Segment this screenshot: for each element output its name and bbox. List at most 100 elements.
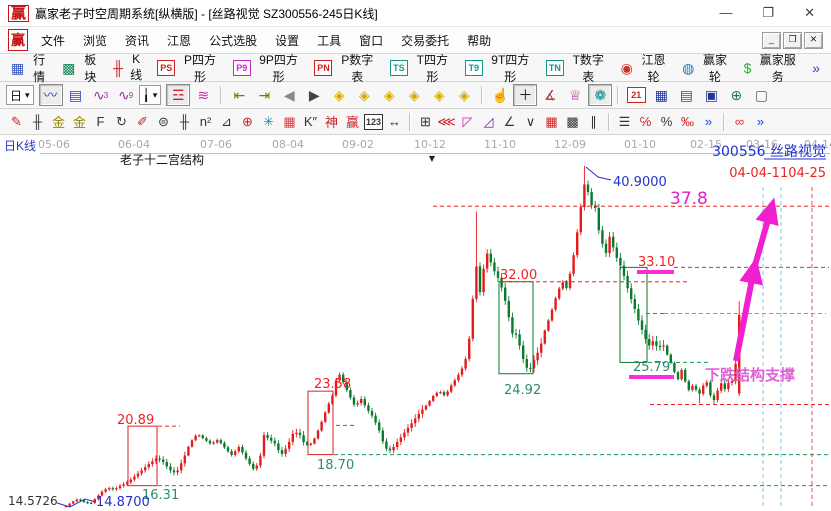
kline-button[interactable]: ╫ K线	[108, 50, 150, 85]
maximize-button[interactable]: ❐	[762, 5, 774, 21]
price-grid-arrow-button[interactable]: ▩	[562, 112, 583, 132]
wave-9-button[interactable]: ∿ 9	[114, 84, 138, 106]
notebook-button[interactable]: ▤	[674, 84, 698, 106]
wave-3-button[interactable]: ∿ 3	[89, 84, 113, 106]
time-ruler-button[interactable]: ╫	[27, 112, 48, 132]
gann-crown-tool-button[interactable]: ♕	[563, 84, 587, 106]
diamond-expand-all-button[interactable]: ◈	[452, 84, 476, 106]
span-arrows-button[interactable]: ↔	[384, 112, 405, 132]
gold-ruler-2-button[interactable]: 金	[69, 112, 90, 132]
save-button[interactable]: ▣	[699, 84, 723, 106]
jump-first-button[interactable]: ⇤	[227, 84, 251, 106]
more-tools-button[interactable]: »	[698, 112, 719, 132]
quotes-label: 行情	[33, 52, 46, 84]
k-quote-button[interactable]: K″	[300, 112, 321, 132]
pan-hand-icon: ☝	[491, 86, 510, 103]
candle-body	[111, 488, 114, 490]
day-ruler-button[interactable]: ╫	[174, 112, 195, 132]
menu-item-trade-order[interactable]: 交易委托	[392, 30, 458, 51]
menu-item-formula-stock-pick[interactable]: 公式选股	[200, 30, 266, 51]
star-compass-button[interactable]: ✳	[258, 112, 279, 132]
grid-net-button[interactable]: ▦	[279, 112, 300, 132]
diamond-compress-h-button[interactable]: ◈	[402, 84, 426, 106]
calendar-button[interactable]: 21	[624, 84, 648, 106]
close-button[interactable]: ✕	[804, 5, 815, 21]
step-back-button[interactable]: ◀	[277, 84, 301, 106]
trend-pen-button[interactable]: ✎	[6, 112, 27, 132]
pan-hand-button[interactable]: ☝	[488, 84, 512, 106]
period-selector[interactable]: 日 ▾	[6, 85, 34, 105]
gold-ruler-1-button[interactable]: 金	[48, 112, 69, 132]
diamond-compress-all-button[interactable]: ◈	[427, 84, 451, 106]
f-ruler-button[interactable]: F	[90, 112, 111, 132]
9p-square-button[interactable]: P9 9P四方形	[228, 49, 308, 87]
quotes-button[interactable]: ▦ 行情	[6, 49, 55, 87]
gann-frame-button[interactable]: ⊞	[415, 112, 436, 132]
minimize-button[interactable]: —	[719, 5, 732, 21]
angle-rays-button[interactable]: ∠	[499, 112, 520, 132]
shen-ruler-button[interactable]: 神	[321, 112, 342, 132]
circle-cross-button[interactable]: ⊕	[237, 112, 258, 132]
crosshair-button[interactable]: ＋	[513, 84, 538, 106]
p-number-table-button[interactable]: PN P数字表	[309, 49, 382, 87]
menu-item-tools[interactable]: 工具	[308, 30, 350, 51]
price-grid-button[interactable]: ▦	[541, 112, 562, 132]
candle-body	[316, 430, 320, 439]
parallel-rays-button[interactable]: ∥	[583, 112, 604, 132]
ying-ruler-button[interactable]: 赢	[342, 112, 363, 132]
diamond-shift-right-button[interactable]: ◈	[352, 84, 376, 106]
fan-rays-button[interactable]: ⋘	[436, 112, 457, 132]
number-grid-button[interactable]: 123	[363, 112, 384, 132]
wave-check-button[interactable]: ∨	[520, 112, 541, 132]
fan-box-button[interactable]: ◸	[457, 112, 478, 132]
diamond-shift-left-button[interactable]: ◈	[327, 84, 351, 106]
9t-square-button[interactable]: T9 9T四方形	[460, 49, 539, 87]
toolbar-drawing: ✎ ╫ 金金 F ↻ ✐ ⊜ ╫ n² ⊿ ⊕ ✳ ▦ K″ 神赢 123 ↔ ⊞ ⋘ ◸ ◿ ∠ ∨ ▦ ▩ ∥ ☰ ℅% ‰» ∞»	[0, 109, 831, 135]
jump-last-button[interactable]: ⇥	[252, 84, 276, 106]
cycle-circle-button[interactable]: ⊜	[153, 112, 174, 132]
n-square-button[interactable]: n²	[195, 112, 216, 132]
diamond-expand-h-button[interactable]: ◈	[377, 84, 401, 106]
menu-item-help[interactable]: 帮助	[458, 30, 500, 51]
percent-line-button[interactable]: ‰	[677, 112, 698, 132]
remote-terminal-button[interactable]: ▢	[749, 84, 773, 106]
menu-item-browse[interactable]: 浏览	[74, 30, 116, 51]
menu-item-file[interactable]: 文件	[32, 30, 74, 51]
calculator-button[interactable]: ▦	[649, 84, 673, 106]
winner-service-button[interactable]: $ 赢家服务	[739, 49, 806, 87]
percent-button[interactable]: %	[656, 112, 677, 132]
stats-column-button[interactable]: ☰	[614, 112, 635, 132]
percent-slope-button[interactable]: ℅	[635, 112, 656, 132]
sync-network-button[interactable]: ⊕	[724, 84, 748, 106]
more-tools-2-button[interactable]: »	[750, 112, 771, 132]
mdi-close-button[interactable]: ✕	[804, 31, 823, 49]
candle-style[interactable]: ╽ ▾	[138, 85, 162, 105]
step-forward-button[interactable]: ▶	[302, 84, 326, 106]
angle-gauge-button[interactable]: ⊿	[216, 112, 237, 132]
mdi-restore-button[interactable]: ❐	[783, 31, 802, 49]
sectors-button[interactable]: ▩ 板块	[57, 49, 106, 87]
candle-body	[712, 395, 716, 400]
vertical-mode-button[interactable]: ☲	[166, 84, 191, 106]
menu-item-window[interactable]: 窗口	[350, 30, 392, 51]
overflow-main-button[interactable]: »	[807, 59, 825, 77]
fan-box-dense-button[interactable]: ◿	[478, 112, 499, 132]
winner-wheel-button[interactable]: ◍ 赢家轮	[677, 49, 736, 87]
spiral-tool-button[interactable]: ↻	[111, 112, 132, 132]
p-square-button[interactable]: PS P四方形	[152, 49, 225, 87]
structure-list-button[interactable]: ▤	[64, 84, 88, 106]
menu-item-news[interactable]: 资讯	[116, 30, 158, 51]
smart-structure-button[interactable]: ❁	[588, 84, 613, 106]
t-number-table-button[interactable]: TN T数字表	[541, 49, 614, 87]
menu-item-gann[interactable]: 江恩	[158, 30, 200, 51]
profile-chart-button[interactable]: ≋	[191, 84, 215, 106]
infinity-loop-button[interactable]: ∞	[729, 112, 750, 132]
marker-pen-button[interactable]: ✐	[132, 112, 153, 132]
structure-pattern-button[interactable]: 〰	[38, 84, 63, 106]
kline-chart[interactable]: 05-06 06-04 07-06 08-04 09-02 10-12 11-10 12-09…	[0, 135, 831, 510]
angle-tool-button[interactable]: ∡	[538, 84, 562, 106]
menu-item-settings[interactable]: 设置	[266, 30, 308, 51]
mdi-minimize-button[interactable]: _	[762, 31, 781, 49]
t-square-button[interactable]: TS T四方形	[385, 49, 458, 87]
gann-wheel-button[interactable]: ◉ 江恩轮	[616, 49, 675, 87]
